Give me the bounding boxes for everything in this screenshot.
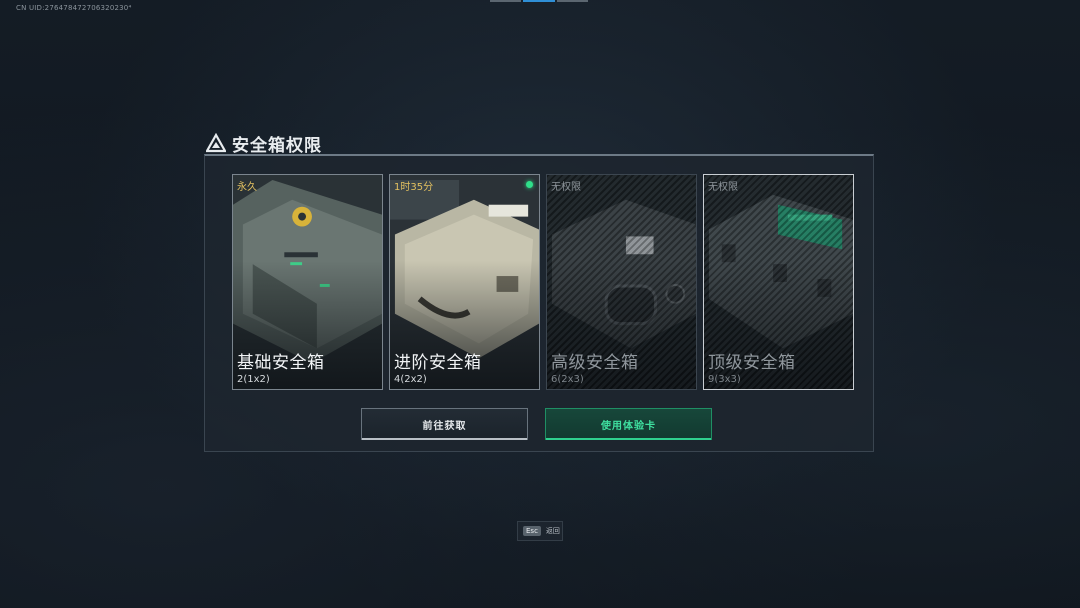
- card-name: 基础安全箱: [237, 353, 325, 373]
- card-name: 高级安全箱: [551, 353, 639, 373]
- dialog-title-row: 安全箱权限: [206, 131, 322, 156]
- tab-indicator-3: [556, 0, 588, 2]
- tab-indicator-1: [490, 0, 522, 2]
- back-hint[interactable]: Esc 返回: [517, 521, 563, 541]
- safe-box-card-basic[interactable]: 永久 基础安全箱 2(1x2): [232, 174, 383, 390]
- safe-box-card-premium[interactable]: 无权限 高级安全箱 6(2x3): [546, 174, 697, 390]
- top-tab-indicator: [490, 0, 590, 2]
- safe-box-card-top[interactable]: 无权限 顶级安全箱 9(3x3): [703, 174, 854, 390]
- player-uid: CN UID:276478472706320230⁴: [16, 4, 132, 12]
- warning-triangle-icon: [206, 133, 226, 153]
- card-duration-tag: 永久: [237, 182, 257, 193]
- go-get-button[interactable]: 前往获取: [361, 408, 528, 440]
- safe-box-card-advanced[interactable]: 1时35分 进阶安全箱 4(2x2): [389, 174, 540, 390]
- card-duration-tag: 1时35分: [394, 182, 434, 193]
- tab-indicator-2: [523, 0, 555, 2]
- card-capacity: 4(2x2): [394, 374, 427, 385]
- card-permission-tag: 无权限: [551, 182, 581, 193]
- card-name: 顶级安全箱: [708, 353, 796, 373]
- active-status-icon: [526, 181, 533, 188]
- card-capacity: 9(3x3): [708, 374, 741, 385]
- use-trial-card-button[interactable]: 使用体验卡: [545, 408, 712, 440]
- esc-key-icon: Esc: [523, 526, 541, 536]
- card-capacity: 2(1x2): [237, 374, 270, 385]
- card-name: 进阶安全箱: [394, 353, 482, 373]
- card-permission-tag: 无权限: [708, 182, 738, 193]
- back-label: 返回: [545, 527, 560, 535]
- card-capacity: 6(2x3): [551, 374, 584, 385]
- dialog-title: 安全箱权限: [232, 135, 322, 156]
